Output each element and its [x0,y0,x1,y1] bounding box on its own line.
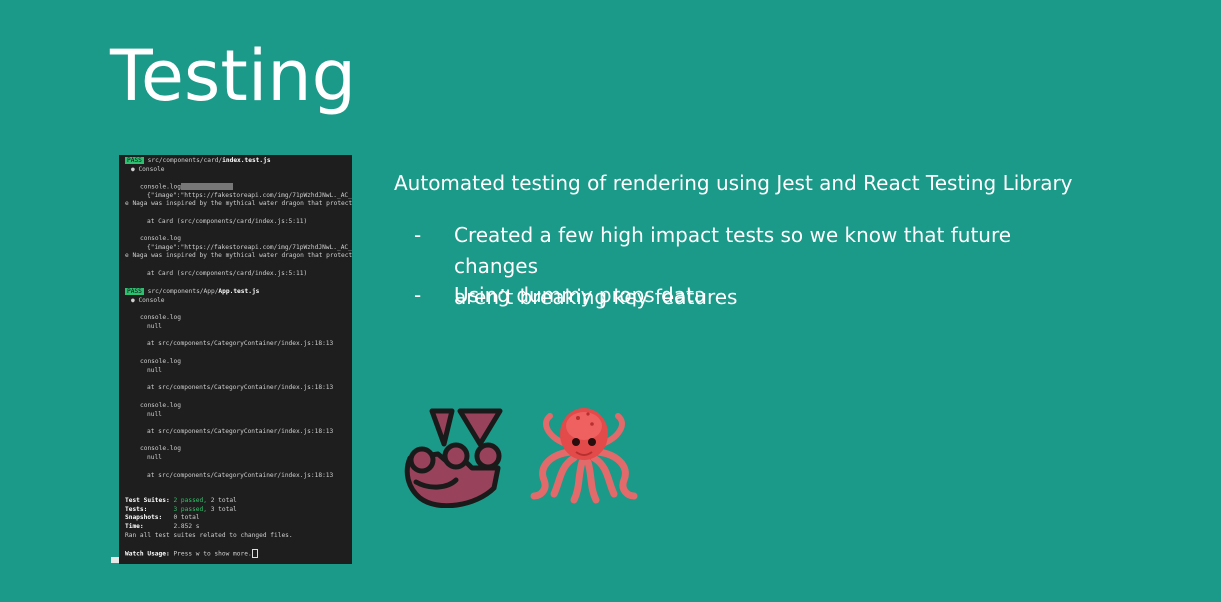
log-at: at src/components/CategoryContainer/inde… [147,428,334,435]
log-at: at Card (src/components/card/index.js:5:… [147,270,308,277]
log-at: at src/components/CategoryContainer/inde… [147,384,334,391]
bullet-marker: - [414,223,422,247]
log-value: null [147,454,162,461]
suite-path: src/components/App/ [147,288,219,295]
summary-label: Tests: [125,506,148,513]
terminal-output: PASS src/components/card/index.test.js ●… [119,155,352,564]
console-header: ● Console [131,297,165,304]
suite-file: App.test.js [218,288,260,295]
pass-badge: PASS [125,288,144,295]
summary-passed: 3 passed, [173,506,207,513]
watch-usage-label: Watch Usage: [125,550,170,558]
suite-file: index.test.js [222,157,271,164]
console-log-label: console.log [140,314,181,321]
bullet-marker: - [414,283,422,307]
jest-logo-icon [404,408,503,508]
log-line: e Naga was inspired by the mythical wate… [125,200,352,207]
console-log-label: console.log [140,235,181,242]
log-line: e Naga was inspired by the mythical wate… [125,252,352,259]
lead-text: Automated testing of rendering using Jes… [394,171,1073,195]
summary-total: 2 total [210,497,237,504]
watch-usage-text: Press w to show more. [173,550,252,558]
log-value: null [147,367,162,374]
log-at: at src/components/CategoryContainer/inde… [147,340,334,347]
summary-passed: 2 passed, [173,497,207,504]
terminal-cursor [251,549,258,558]
log-value: null [147,323,162,330]
summary-label: Time: [125,523,144,530]
suite-path: src/components/card/ [147,157,223,164]
console-log-label: console.log [140,445,181,452]
bullet-text: Using dummy props data [454,283,707,307]
console-log-label: console.log [140,183,181,191]
summary-label: Snapshots: [125,514,163,521]
ran-all-text: Ran all test suites related to changed f… [125,532,293,539]
bullet-text: Created a few high impact tests so we kn… [454,223,1012,278]
console-header: ● Console [131,166,165,173]
octopus-logo-icon [530,408,638,504]
log-at: at src/components/CategoryContainer/inde… [147,472,334,479]
log-at: at Card (src/components/card/index.js:5:… [147,218,308,225]
terminal-corner [111,557,119,563]
console-log-label: console.log [140,358,181,365]
slide-title: Testing [110,35,357,117]
pass-badge: PASS [125,157,144,164]
slide-content: Automated testing of rendering using Jes… [394,170,1073,309]
summary-total: 3 total [210,506,237,513]
console-log-label: console.log [140,402,181,409]
summary-value: 0 total [173,514,200,521]
log-value: null [147,411,162,418]
summary-label: Test Suites: [125,497,170,504]
summary-value: 2.852 s [173,523,200,530]
